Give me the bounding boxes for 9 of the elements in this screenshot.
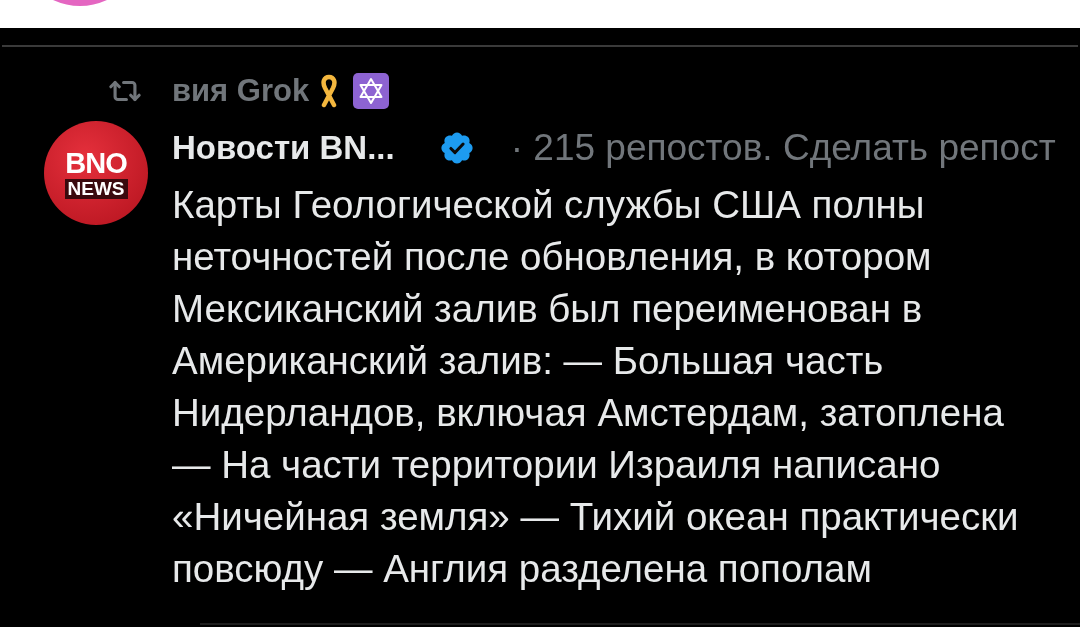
ribbon-icon	[319, 74, 340, 108]
logo-title: BNO	[65, 147, 127, 178]
logo-subtitle: NEWS	[64, 178, 128, 199]
post-text: Карты Геологической службы США полны неточностей после обновления, в котором Мексиканский залив был переименован в Американский залив: — Большая часть Нидерландов, включая Амстердам, затоплена — На части территории Израиля написано «Ничейная земля» — Тихий океан практически повсюду — Англия разделена пополам	[172, 182, 1020, 592]
avatar-placeholder	[53, 0, 107, 6]
author-name: Новости BN...	[172, 128, 395, 169]
post-meta: · 215 репостов. Сделать репост	[510, 126, 1056, 171]
repost-label: вия Grok	[172, 71, 310, 110]
star-of-david-icon	[353, 73, 390, 109]
